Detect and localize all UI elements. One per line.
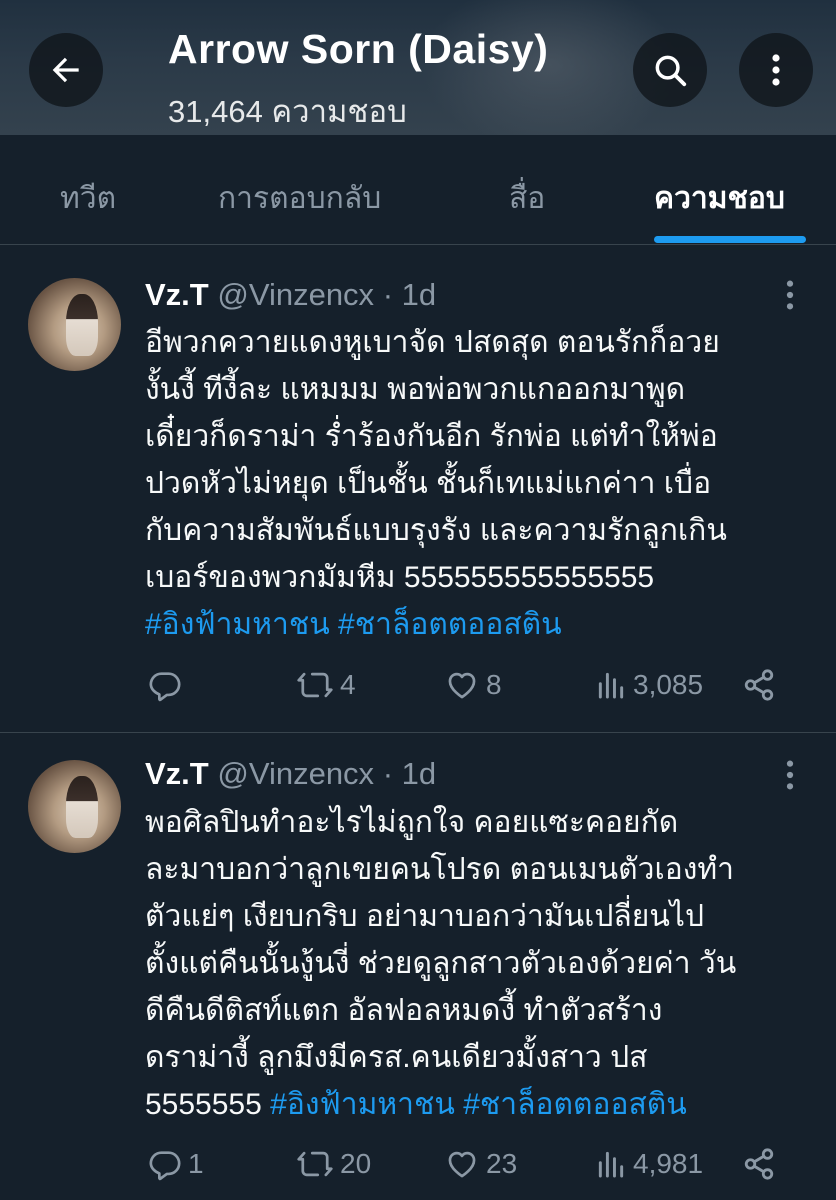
tweet-actions: 1 20 23 4,981 (0, 1139, 836, 1189)
more-vertical-icon (772, 54, 780, 86)
tweet-text: พอศิลปินทำอะไรไม่ถูกใจ คอยแซะคอยกัด ละมา… (145, 799, 805, 1128)
tweet-text-line: กับความสัมพันธ์แบบรุงรัง และความรักลูกเก… (145, 514, 727, 547)
separator-dot: · (382, 277, 394, 312)
tab-replies[interactable]: การตอบกลับ (218, 175, 381, 222)
tweet-text-line: ดราม่างี้ ลูกมึงมีครส.คนเดียวมั้งสาว ปส (145, 1041, 648, 1074)
author-name[interactable]: Vz.T (145, 277, 209, 312)
retweet-icon (297, 672, 333, 698)
tweet-text-line: เบอร์ของพวกมัมหีม 555555555555555 (145, 561, 655, 594)
heart-icon (448, 672, 476, 699)
active-tab-indicator (654, 236, 806, 243)
share-icon (744, 669, 774, 701)
search-button[interactable] (633, 33, 707, 107)
reply-button[interactable]: 1 (148, 1139, 204, 1189)
like-count: 8 (486, 669, 502, 700)
profile-name: Arrow Sorn (Daisy) (168, 26, 549, 72)
like-button[interactable]: 23 (444, 1139, 517, 1189)
hashtag-link[interactable]: #ชาล็อตตออสติน (463, 1088, 687, 1121)
views-count: 4,981 (633, 1148, 704, 1179)
tweet-more-button[interactable] (778, 758, 802, 792)
author-handle[interactable]: @Vinzencx (217, 277, 374, 312)
tab-likes[interactable]: ความชอบ (654, 175, 785, 222)
tweet-time[interactable]: 1d (402, 756, 436, 791)
views-icon (598, 1151, 624, 1178)
views-button[interactable]: 3,085 (595, 660, 703, 710)
back-button[interactable] (29, 33, 103, 107)
hashtag-link[interactable]: #ชาล็อตตออสติน (338, 608, 562, 641)
retweet-icon (297, 1151, 333, 1177)
tweet-text-line: อีพวกควายแดงหูเบาจัด ปสดสุด ตอนรักก็อวย (145, 326, 720, 359)
views-button[interactable]: 4,981 (595, 1139, 703, 1189)
avatar[interactable] (28, 278, 121, 371)
retweet-button[interactable]: 4 (296, 660, 356, 710)
separator-dot: · (382, 756, 394, 791)
retweet-button[interactable]: 20 (296, 1139, 371, 1189)
more-vertical-icon (786, 280, 794, 310)
profile-tabs: ทวีต การตอบกลับ สื่อ ความชอบ (0, 135, 836, 245)
tweet-text-fragment: 5555555 (145, 1088, 262, 1121)
tweet-text-line: ตัวแย่ๆ เงียบกริบ อย่ามาบอกว่ามันเปลี่ยน… (145, 900, 705, 933)
tweet-header: Vz.T @Vinzencx · 1d (145, 277, 436, 313)
share-button[interactable] (742, 1139, 776, 1189)
views-count: 3,085 (633, 669, 704, 700)
tweet-header: Vz.T @Vinzencx · 1d (145, 756, 436, 792)
heart-icon (448, 1151, 476, 1178)
tweet[interactable]: Vz.T @Vinzencx · 1d อีพวกควายแดงหูเบาจัด… (0, 246, 836, 733)
tweet-actions: 4 8 3,085 (0, 660, 836, 710)
tweet-text-line: เดี๋ยวก็ดราม่า ร่ำร้องกันอีก รักพ่อ แต่ท… (145, 420, 718, 453)
like-count: 23 (486, 1148, 518, 1179)
author-name[interactable]: Vz.T (145, 756, 209, 791)
reply-icon (149, 672, 181, 702)
tweet-text-line: ดีคืนดีติสท์แตก อัลฟอลหมดงี้ ทำตัวสร้าง (145, 994, 663, 1027)
tweet-text-line: 5555555 #อิงฟ้ามหาชน #ชาล็อตตออสติน (145, 1081, 805, 1128)
reply-button[interactable] (148, 660, 188, 710)
tweet-more-button[interactable] (778, 278, 802, 312)
hashtag-line: #อิงฟ้ามหาชน #ชาล็อตตออสติน (145, 601, 805, 648)
tweet-text-line: ตั้งแต่คืนนั้นงู้นงี่ ช่วยดูลูกสาวตัวเอง… (145, 947, 737, 980)
search-icon (655, 55, 687, 87)
tweet-time[interactable]: 1d (402, 277, 436, 312)
author-handle[interactable]: @Vinzencx (217, 756, 374, 791)
tweet[interactable]: Vz.T @Vinzencx · 1d พอศิลปินทำอะไรไม่ถูก… (0, 734, 836, 1200)
reply-count: 1 (188, 1148, 204, 1179)
tab-tweets[interactable]: ทวีต (60, 175, 116, 222)
share-button[interactable] (742, 660, 776, 710)
tab-media[interactable]: สื่อ (509, 175, 545, 222)
avatar[interactable] (28, 760, 121, 853)
tweet-text-line: ละมาบอกว่าลูกเขยคนโปรด ตอนเมนตัวเองทำ (145, 853, 734, 886)
tweet-text-line: ปวดหัวไม่หยุด เป็นชั้น ชั้นก็เทแม่แกค่าา… (145, 467, 712, 500)
tweet-text-line: พอศิลปินทำอะไรไม่ถูกใจ คอยแซะคอยกัด (145, 806, 679, 839)
profile-likes-count: 31,464 ความชอบ (168, 94, 407, 129)
like-button[interactable]: 8 (444, 660, 502, 710)
hashtag-link[interactable]: #อิงฟ้ามหาชน (270, 1088, 455, 1121)
share-icon (744, 1148, 774, 1180)
retweet-count: 20 (340, 1148, 372, 1179)
more-button[interactable] (739, 33, 813, 107)
views-icon (598, 672, 624, 699)
tweet-text: อีพวกควายแดงหูเบาจัด ปสดสุด ตอนรักก็อวย … (145, 319, 805, 648)
retweet-count: 4 (340, 669, 356, 700)
hashtag-link[interactable]: #อิงฟ้ามหาชน (145, 608, 330, 641)
profile-header: Arrow Sorn (Daisy) 31,464 ความชอบ (0, 0, 836, 135)
reply-icon (149, 1151, 181, 1181)
arrow-left-icon (52, 57, 79, 83)
tweet-text-line: งั้นงี้ ทีงี้ละ แหมมม พอพ่อพวกแกออกมาพูด (145, 373, 686, 406)
more-vertical-icon (786, 760, 794, 790)
